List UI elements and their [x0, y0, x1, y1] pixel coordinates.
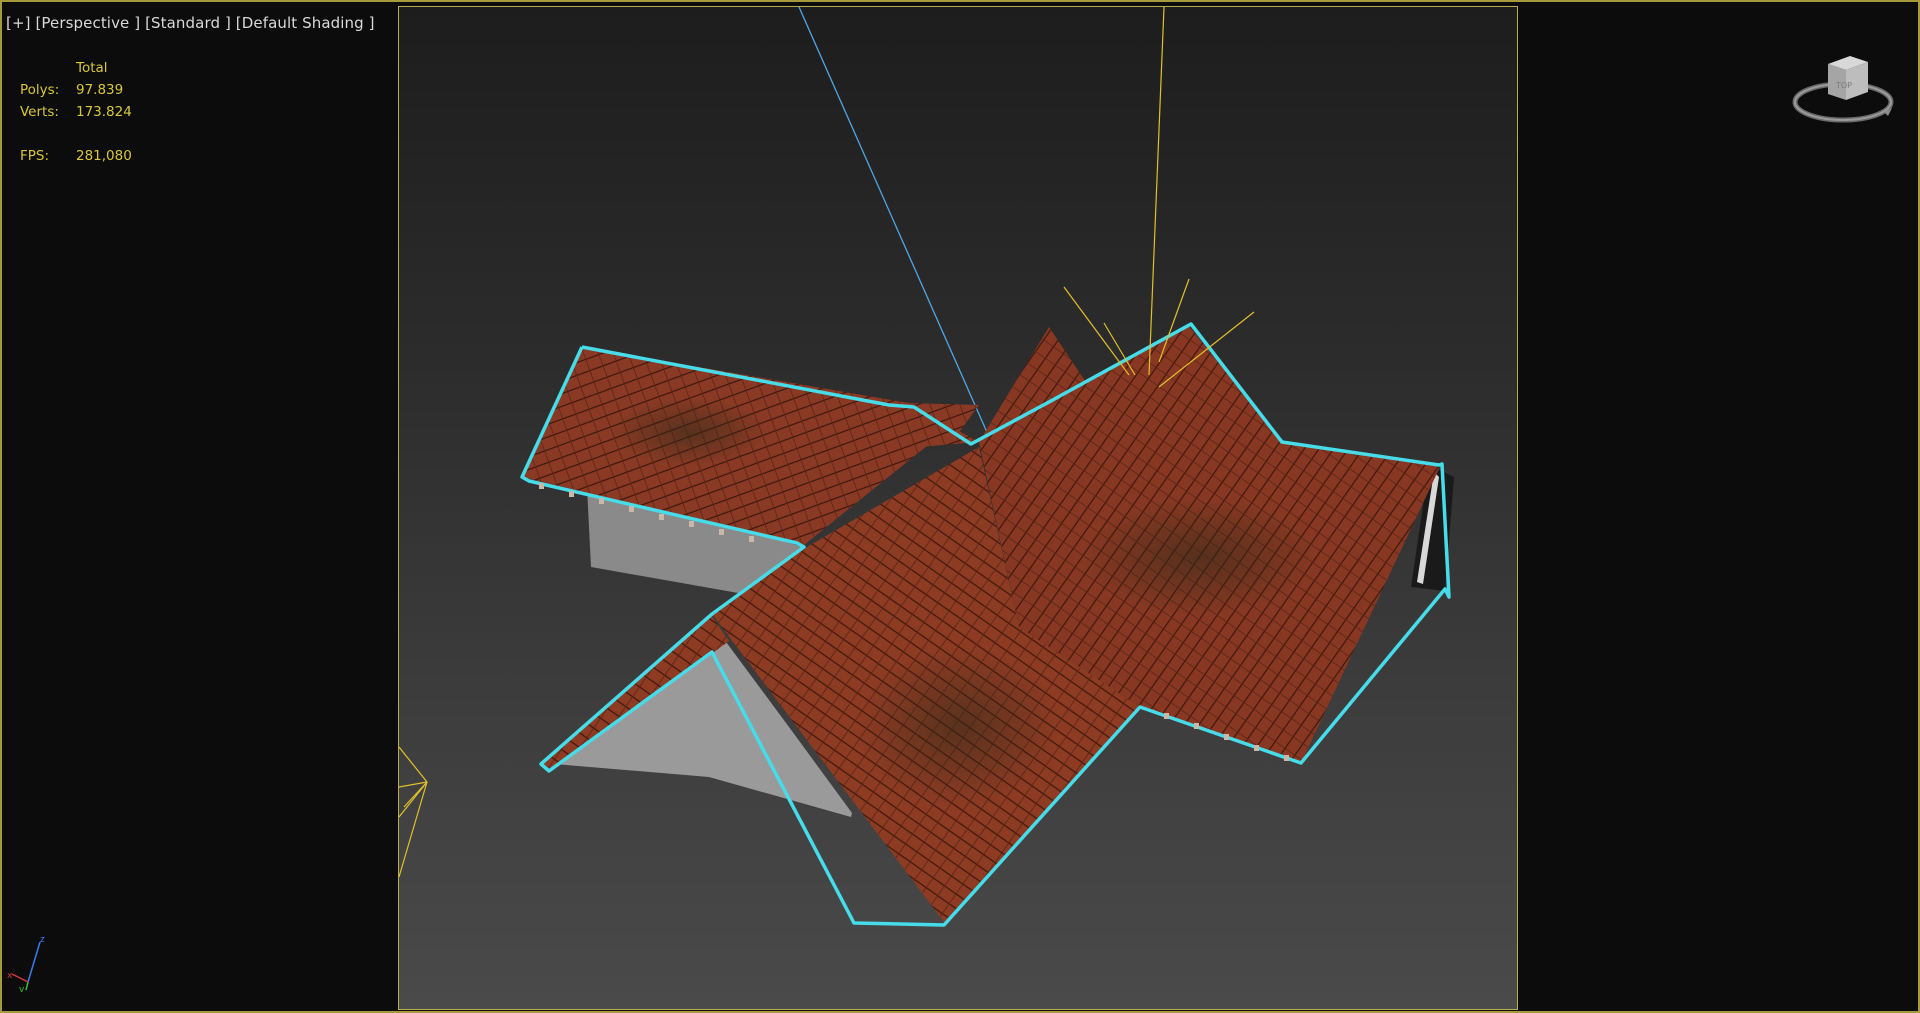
viewport-plus-menu[interactable]: [+] [6, 14, 31, 32]
xyz-axis-icon: z x y [7, 935, 45, 992]
roof-grime [1079, 497, 1319, 617]
viewport-label-menu: [+] [Perspective ] [Standard ] [Default … [6, 14, 375, 32]
viewport-view-menu[interactable]: [Perspective ] [35, 14, 140, 32]
roof-grime [609, 397, 769, 467]
scene-render[interactable] [399, 7, 1518, 1010]
stats-fps-value: 281,080 [76, 148, 132, 164]
statistics-overlay: Total Polys: 97.839 Verts: 173.824 FPS: … [20, 57, 132, 167]
camera-target-line [798, 7, 991, 440]
roof-grime [859, 647, 1059, 807]
safe-frame [398, 6, 1518, 1010]
svg-text:x: x [7, 971, 13, 981]
stats-total-header: Total [76, 60, 108, 76]
spotlight-gizmo [399, 746, 428, 878]
viewport-shading-menu[interactable]: [Default Shading ] [236, 14, 375, 32]
viewport-standard-menu[interactable]: [Standard ] [145, 14, 231, 32]
svg-text:z: z [40, 935, 45, 945]
stats-polys-label: Polys: [20, 82, 60, 98]
light-gizmo [1063, 7, 1255, 388]
viewcube-icon[interactable]: TOP [1790, 50, 1900, 130]
stats-verts-label: Verts: [20, 104, 59, 120]
svg-text:y: y [19, 985, 25, 992]
stats-polys-value: 97.839 [76, 82, 124, 98]
stats-fps-label: FPS: [20, 148, 50, 164]
perspective-viewport[interactable]: [+] [Perspective ] [Standard ] [Default … [0, 0, 1920, 1013]
stats-verts-value: 173.824 [76, 104, 132, 120]
viewcube-face-label: TOP [1835, 81, 1852, 90]
